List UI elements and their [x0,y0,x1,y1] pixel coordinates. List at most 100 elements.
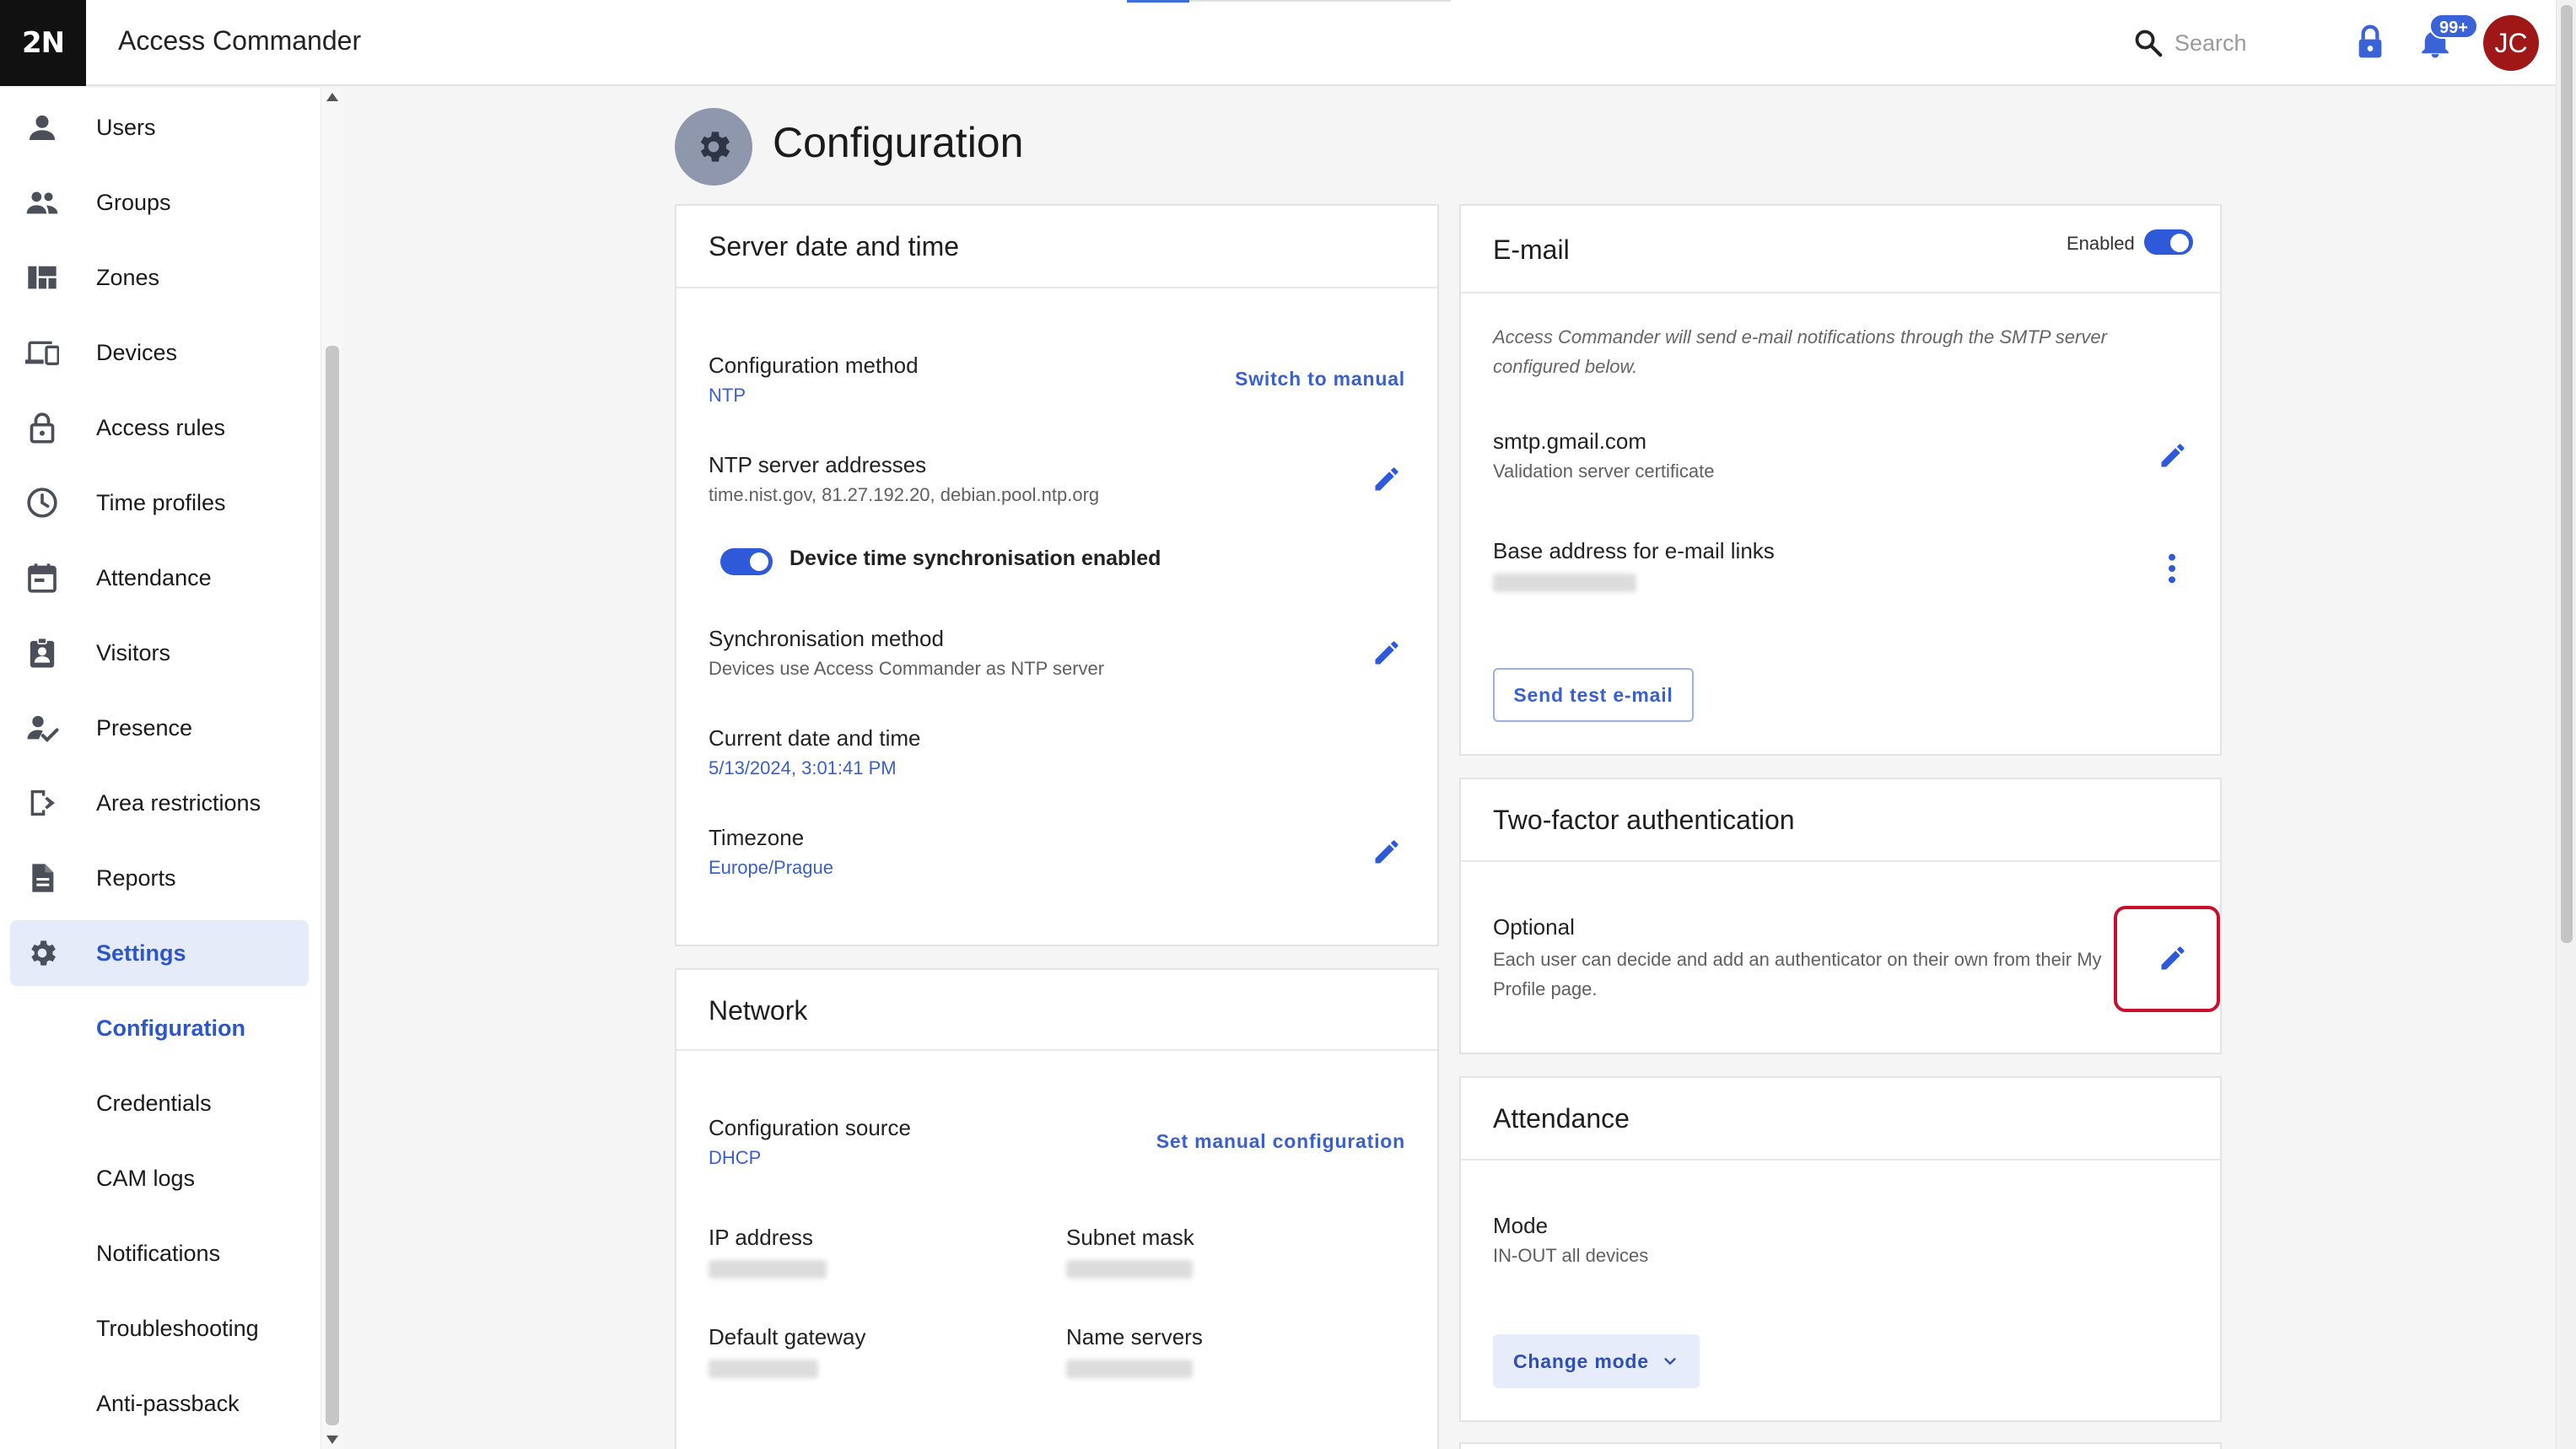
default-gateway-value-redacted [709,1360,818,1378]
group-icon [26,191,58,214]
sidebar-item-label: Attendance [96,564,212,590]
search-input[interactable] [2175,24,2343,62]
edit-ntp-icon[interactable] [1372,464,1402,494]
gear-icon [31,940,56,966]
devices-icon [25,341,59,365]
sidebar-scrollbar[interactable] [321,88,342,1449]
edit-sync-method-icon[interactable] [1372,638,1402,668]
notification-badge: 99+ [2429,13,2478,39]
current-datetime-label: Current date and time [709,725,921,751]
timezone-value: Europe/Prague [709,857,833,878]
sidebar-subitem-anti-passback[interactable]: Anti-passback [10,1374,309,1433]
sidebar-subitem-credentials[interactable]: Credentials [10,1074,309,1133]
sidebar-item-attendance[interactable]: Attendance [10,545,309,611]
two-factor-mode-label: Optional [1493,914,1575,940]
zones-icon [28,266,57,289]
calendar-icon [28,563,57,593]
attendance-mode-value: IN-OUT all devices [1493,1245,1649,1266]
switch-to-manual-link[interactable]: Switch to manual [1235,368,1405,391]
app-title: Access Commander [118,25,362,56]
sidebar-item-label: Reports [96,865,176,891]
sidebar-item-area-restrictions[interactable]: Area restrictions [10,770,309,836]
edit-smtp-icon[interactable] [2158,440,2188,471]
config-source-value: DHCP [709,1147,762,1168]
sidebar-subitem-notifications[interactable]: Notifications [10,1224,309,1283]
subnet-mask-label: Subnet mask [1066,1225,1194,1250]
default-gateway-label: Default gateway [709,1324,866,1349]
sidebar-item-groups[interactable]: Groups [10,170,309,235]
sidebar: Users Groups Zones Devices Access rules … [0,88,321,1449]
server-date-time-card: Server date and time Configuration metho… [675,204,1439,946]
sidebar-item-label: Visitors [96,639,171,665]
sidebar-item-reports[interactable]: Reports [10,845,309,911]
name-servers-label: Name servers [1066,1324,1203,1349]
more-options-icon[interactable] [2168,552,2176,585]
lock-icon[interactable] [2353,24,2387,61]
top-tab-indicator [1127,0,1189,3]
sidebar-item-presence[interactable]: Presence [10,695,309,761]
two-factor-card: Two-factor authentication Optional Each … [1459,778,2222,1054]
sidebar-item-visitors[interactable]: Visitors [10,620,309,686]
sidebar-item-label: Presence [96,714,193,741]
base-address-value-redacted [1493,574,1636,592]
sidebar-item-users[interactable]: Users [10,94,309,160]
top-tab-track [1189,0,1451,2]
page-gear-icon [675,108,752,186]
sidebar-item-label: Settings [96,940,186,966]
sidebar-scrollbar-thumb[interactable] [326,346,339,1425]
subnet-mask-value-redacted [1066,1260,1193,1279]
sidebar-item-label: Users [96,114,156,140]
scroll-up-arrow-icon[interactable] [326,93,338,101]
change-mode-button[interactable]: Change mode [1493,1334,1700,1388]
highlight-frame [2114,906,2220,1012]
sidebar-item-settings[interactable]: Settings [10,920,309,986]
sidebar-subitem-label: Anti-passback [96,1391,240,1416]
config-method-label: Configuration method [709,353,919,378]
sidebar-item-zones[interactable]: Zones [10,245,309,310]
sidebar-subitem-label: Credentials [96,1091,212,1116]
user-avatar[interactable]: JC [2483,15,2539,71]
page-title: Configuration [773,119,1024,166]
card-title: E-mail [1493,234,1570,265]
email-enabled-toggle[interactable] [2144,229,2193,255]
sidebar-subitem-configuration[interactable]: Configuration [10,999,309,1058]
sidebar-item-label: Zones [96,264,160,290]
base-address-label: Base address for e-mail links [1493,538,1775,563]
change-mode-label: Change mode [1513,1349,1649,1372]
sidebar-subitem-troubleshooting[interactable]: Troubleshooting [10,1299,309,1358]
card-title: Network [709,995,808,1026]
edit-timezone-icon[interactable] [1372,837,1402,867]
sidebar-subitem-cam-logs[interactable]: CAM logs [10,1149,309,1208]
set-manual-config-link[interactable]: Set manual configuration [1156,1130,1405,1153]
ntp-servers-value: time.nist.gov, 81.27.192.20, debian.pool… [709,484,1100,505]
search-icon[interactable] [2132,27,2164,59]
two-factor-mode-value: Each user can decide and add an authenti… [1493,949,2102,999]
sidebar-item-time-profiles[interactable]: Time profiles [10,470,309,536]
brand-logo[interactable]: 2N [0,0,86,86]
card-header: Network [676,970,1437,1051]
attendance-card: Attendance Mode IN-OUT all devices Chang… [1459,1076,2222,1422]
email-enabled-label: Enabled [2067,233,2135,254]
sidebar-subitem-label: Notifications [96,1241,221,1266]
ntp-servers-label: NTP server addresses [709,452,927,477]
device-time-sync-label: Device time synchronisation enabled [790,547,1161,570]
page-scrollbar-thumb[interactable] [2561,5,2573,943]
email-card: E-mail Enabled Access Commander will sen… [1459,204,2222,756]
send-test-email-button[interactable]: Send test e-mail [1493,668,1694,722]
sidebar-subitem-label: Configuration [96,1015,245,1041]
card-header: Two-factor authentication [1461,779,2220,862]
device-time-sync-toggle[interactable] [720,548,773,575]
sidebar-item-access-rules[interactable]: Access rules [10,395,309,461]
sidebar-item-devices[interactable]: Devices [10,320,309,385]
sidebar-subitem-label: Troubleshooting [96,1316,259,1341]
timezone-label: Timezone [709,825,805,850]
card-title: Two-factor authentication [1493,805,1795,835]
report-icon [32,864,54,892]
current-datetime-value: 5/13/2024, 3:01:41 PM [709,757,897,778]
card-title: Server date and time [709,231,960,261]
scroll-down-arrow-icon[interactable] [326,1436,338,1444]
card-title: Attendance [1493,1103,1630,1134]
smtp-server-label: smtp.gmail.com [1493,428,1647,454]
presence-icon [27,715,59,742]
page-scrollbar[interactable] [2556,0,2576,1449]
